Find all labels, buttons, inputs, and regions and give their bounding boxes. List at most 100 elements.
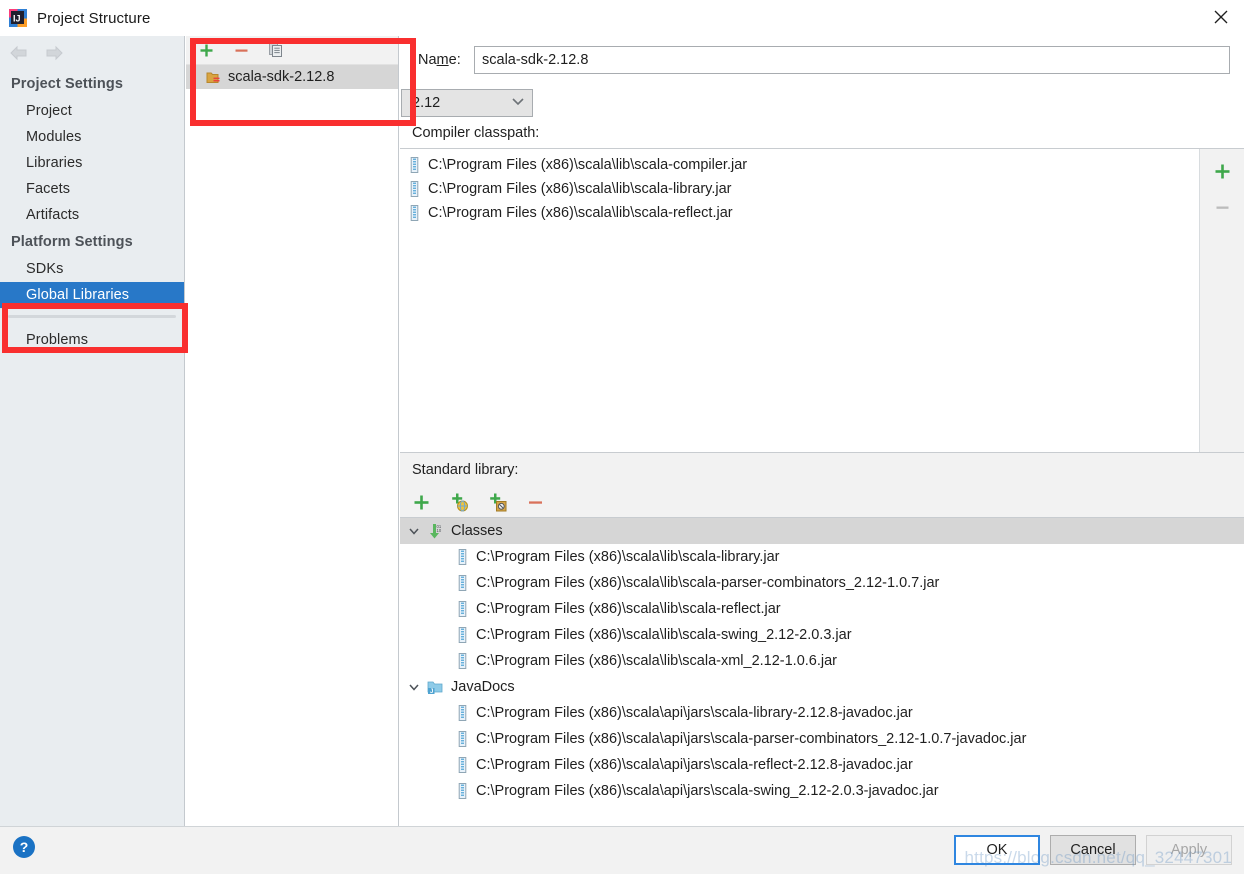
jar-file-icon <box>456 653 469 669</box>
library-list-pane: scala-sdk-2.12.8 <box>186 36 399 826</box>
title-bar: IJ Project Structure <box>0 0 1244 36</box>
attach-files-button[interactable] <box>487 493 507 513</box>
list-item-label: C:\Program Files (x86)\scala\lib\scala-c… <box>428 157 748 173</box>
language-level-value: 2.12 <box>412 95 441 111</box>
tree-item-label: C:\Program Files (x86)\scala\api\jars\sc… <box>476 705 913 721</box>
chevron-down-icon <box>512 97 524 109</box>
name-input[interactable] <box>474 46 1230 74</box>
jar-file-icon <box>408 157 421 173</box>
jar-file-icon <box>456 549 469 565</box>
apply-button: Apply <box>1146 835 1232 865</box>
jar-file-icon <box>408 205 421 221</box>
library-details-panel: Name: 2.12 Compiler classpath: <box>400 36 1244 826</box>
tree-group-classes[interactable]: 01 10 Classes <box>400 518 1244 544</box>
cancel-button[interactable]: Cancel <box>1050 835 1136 865</box>
project-structure-dialog: IJ Project Structure Project Settings Pr… <box>0 0 1244 874</box>
list-item-label: scala-sdk-2.12.8 <box>228 69 335 85</box>
tree-item[interactable]: C:\Program Files (x86)\scala\lib\scala-x… <box>400 648 1244 674</box>
tree-item-label: C:\Program Files (x86)\scala\lib\scala-s… <box>476 627 852 643</box>
plus-icon[interactable] <box>197 41 215 59</box>
remove-root-button[interactable] <box>525 493 545 513</box>
list-item[interactable]: C:\Program Files (x86)\scala\lib\scala-l… <box>400 177 1199 201</box>
tree-item-label: C:\Program Files (x86)\scala\lib\scala-x… <box>476 653 838 669</box>
classes-icon: 01 10 <box>427 523 444 540</box>
tree-item[interactable]: C:\Program Files (x86)\scala\lib\scala-s… <box>400 622 1244 648</box>
jar-file-icon <box>456 705 469 721</box>
standard-library-toolbar <box>400 488 1244 518</box>
sidebar-item-facets[interactable]: Facets <box>0 176 184 202</box>
sidebar-item-artifacts[interactable]: Artifacts <box>0 202 184 228</box>
tree-item-label: C:\Program Files (x86)\scala\lib\scala-p… <box>476 575 940 591</box>
sidebar-item-modules[interactable]: Modules <box>0 124 184 150</box>
chevron-down-icon[interactable] <box>408 681 420 693</box>
copy-icon[interactable] <box>267 41 285 59</box>
language-level-dropdown[interactable]: 2.12 <box>401 89 533 117</box>
sidebar-horizontal-scrollbar[interactable] <box>0 308 184 323</box>
jar-file-icon <box>456 575 469 591</box>
navigation-arrows <box>0 36 184 70</box>
sidebar-item-project[interactable]: Project <box>0 98 184 124</box>
tree-group-label: JavaDocs <box>451 679 515 695</box>
help-question-icon[interactable]: ? <box>12 835 36 859</box>
library-roots-tree: 01 10 Classes C:\Program Files (x86)\sca… <box>400 518 1244 800</box>
tree-item-label: C:\Program Files (x86)\scala\lib\scala-l… <box>476 549 780 565</box>
sidebar-item-sdks[interactable]: SDKs <box>0 256 184 282</box>
compiler-classpath-box: C:\Program Files (x86)\scala\lib\scala-c… <box>400 148 1244 453</box>
javadocs-folder-icon: J <box>427 679 444 696</box>
sidebar-item-problems[interactable]: Problems <box>0 323 184 353</box>
tree-item[interactable]: C:\Program Files (x86)\scala\lib\scala-l… <box>400 544 1244 570</box>
tree-item[interactable]: C:\Program Files (x86)\scala\api\jars\sc… <box>400 778 1244 800</box>
list-item-label: C:\Program Files (x86)\scala\lib\scala-r… <box>428 205 733 221</box>
svg-text:IJ: IJ <box>13 13 21 23</box>
library-list-toolbar <box>186 36 398 64</box>
jar-file-icon <box>408 181 421 197</box>
svg-text:?: ? <box>20 839 29 855</box>
name-row: Name: <box>400 36 1244 84</box>
standard-library-label: Standard library: <box>400 453 1244 488</box>
tree-group-label: Classes <box>451 523 503 539</box>
close-icon[interactable] <box>1198 0 1244 34</box>
tree-item[interactable]: C:\Program Files (x86)\scala\api\jars\sc… <box>400 700 1244 726</box>
list-item[interactable]: C:\Program Files (x86)\scala\lib\scala-c… <box>400 153 1199 177</box>
name-label: Name: <box>418 52 461 68</box>
add-root-button[interactable] <box>411 493 431 513</box>
library-list: scala-sdk-2.12.8 <box>186 64 398 826</box>
language-level-row: 2.12 <box>400 84 1244 122</box>
list-item-label: C:\Program Files (x86)\scala\lib\scala-l… <box>428 181 732 197</box>
jar-file-icon <box>456 731 469 747</box>
arrow-left-icon[interactable] <box>7 43 29 63</box>
remove-classpath-button <box>1212 197 1232 217</box>
window-title: Project Structure <box>37 9 151 27</box>
svg-text:10: 10 <box>437 528 442 533</box>
add-classpath-button[interactable] <box>1212 161 1232 181</box>
sidebar-group-project-settings: Project Settings <box>11 76 123 92</box>
chevron-down-icon[interactable] <box>408 525 420 537</box>
tree-item[interactable]: C:\Program Files (x86)\scala\lib\scala-r… <box>400 596 1244 622</box>
settings-sidebar: Project Settings Project Modules Librari… <box>0 36 185 826</box>
scala-library-icon <box>206 69 222 85</box>
tree-item[interactable]: C:\Program Files (x86)\scala\api\jars\sc… <box>400 752 1244 778</box>
tree-item-label: C:\Program Files (x86)\scala\api\jars\sc… <box>476 783 939 799</box>
list-item[interactable]: scala-sdk-2.12.8 <box>186 65 398 89</box>
sidebar-group-platform-settings: Platform Settings <box>11 234 133 250</box>
jar-file-icon <box>456 757 469 773</box>
intellij-idea-logo-icon: IJ <box>8 8 28 28</box>
tree-item[interactable]: C:\Program Files (x86)\scala\lib\scala-p… <box>400 570 1244 596</box>
ok-button[interactable]: OK <box>954 835 1040 865</box>
sidebar-item-global-libraries[interactable]: Global Libraries <box>0 282 184 308</box>
tree-item-label: C:\Program Files (x86)\scala\api\jars\sc… <box>476 731 1027 747</box>
add-from-url-button[interactable] <box>449 493 469 513</box>
tree-item-label: C:\Program Files (x86)\scala\api\jars\sc… <box>476 757 913 773</box>
minus-icon[interactable] <box>232 41 250 59</box>
tree-group-javadocs[interactable]: J JavaDocs <box>400 674 1244 700</box>
arrow-right-icon[interactable] <box>43 43 65 63</box>
compiler-classpath-list[interactable]: C:\Program Files (x86)\scala\lib\scala-c… <box>400 149 1200 452</box>
sidebar-item-libraries[interactable]: Libraries <box>0 150 184 176</box>
jar-file-icon <box>456 627 469 643</box>
list-item[interactable]: C:\Program Files (x86)\scala\lib\scala-r… <box>400 201 1199 225</box>
svg-text:J: J <box>430 689 433 695</box>
dialog-buttons: OK Cancel Apply <box>954 835 1232 865</box>
jar-file-icon <box>456 783 469 799</box>
tree-item[interactable]: C:\Program Files (x86)\scala\api\jars\sc… <box>400 726 1244 752</box>
tree-item-label: C:\Program Files (x86)\scala\lib\scala-r… <box>476 601 781 617</box>
